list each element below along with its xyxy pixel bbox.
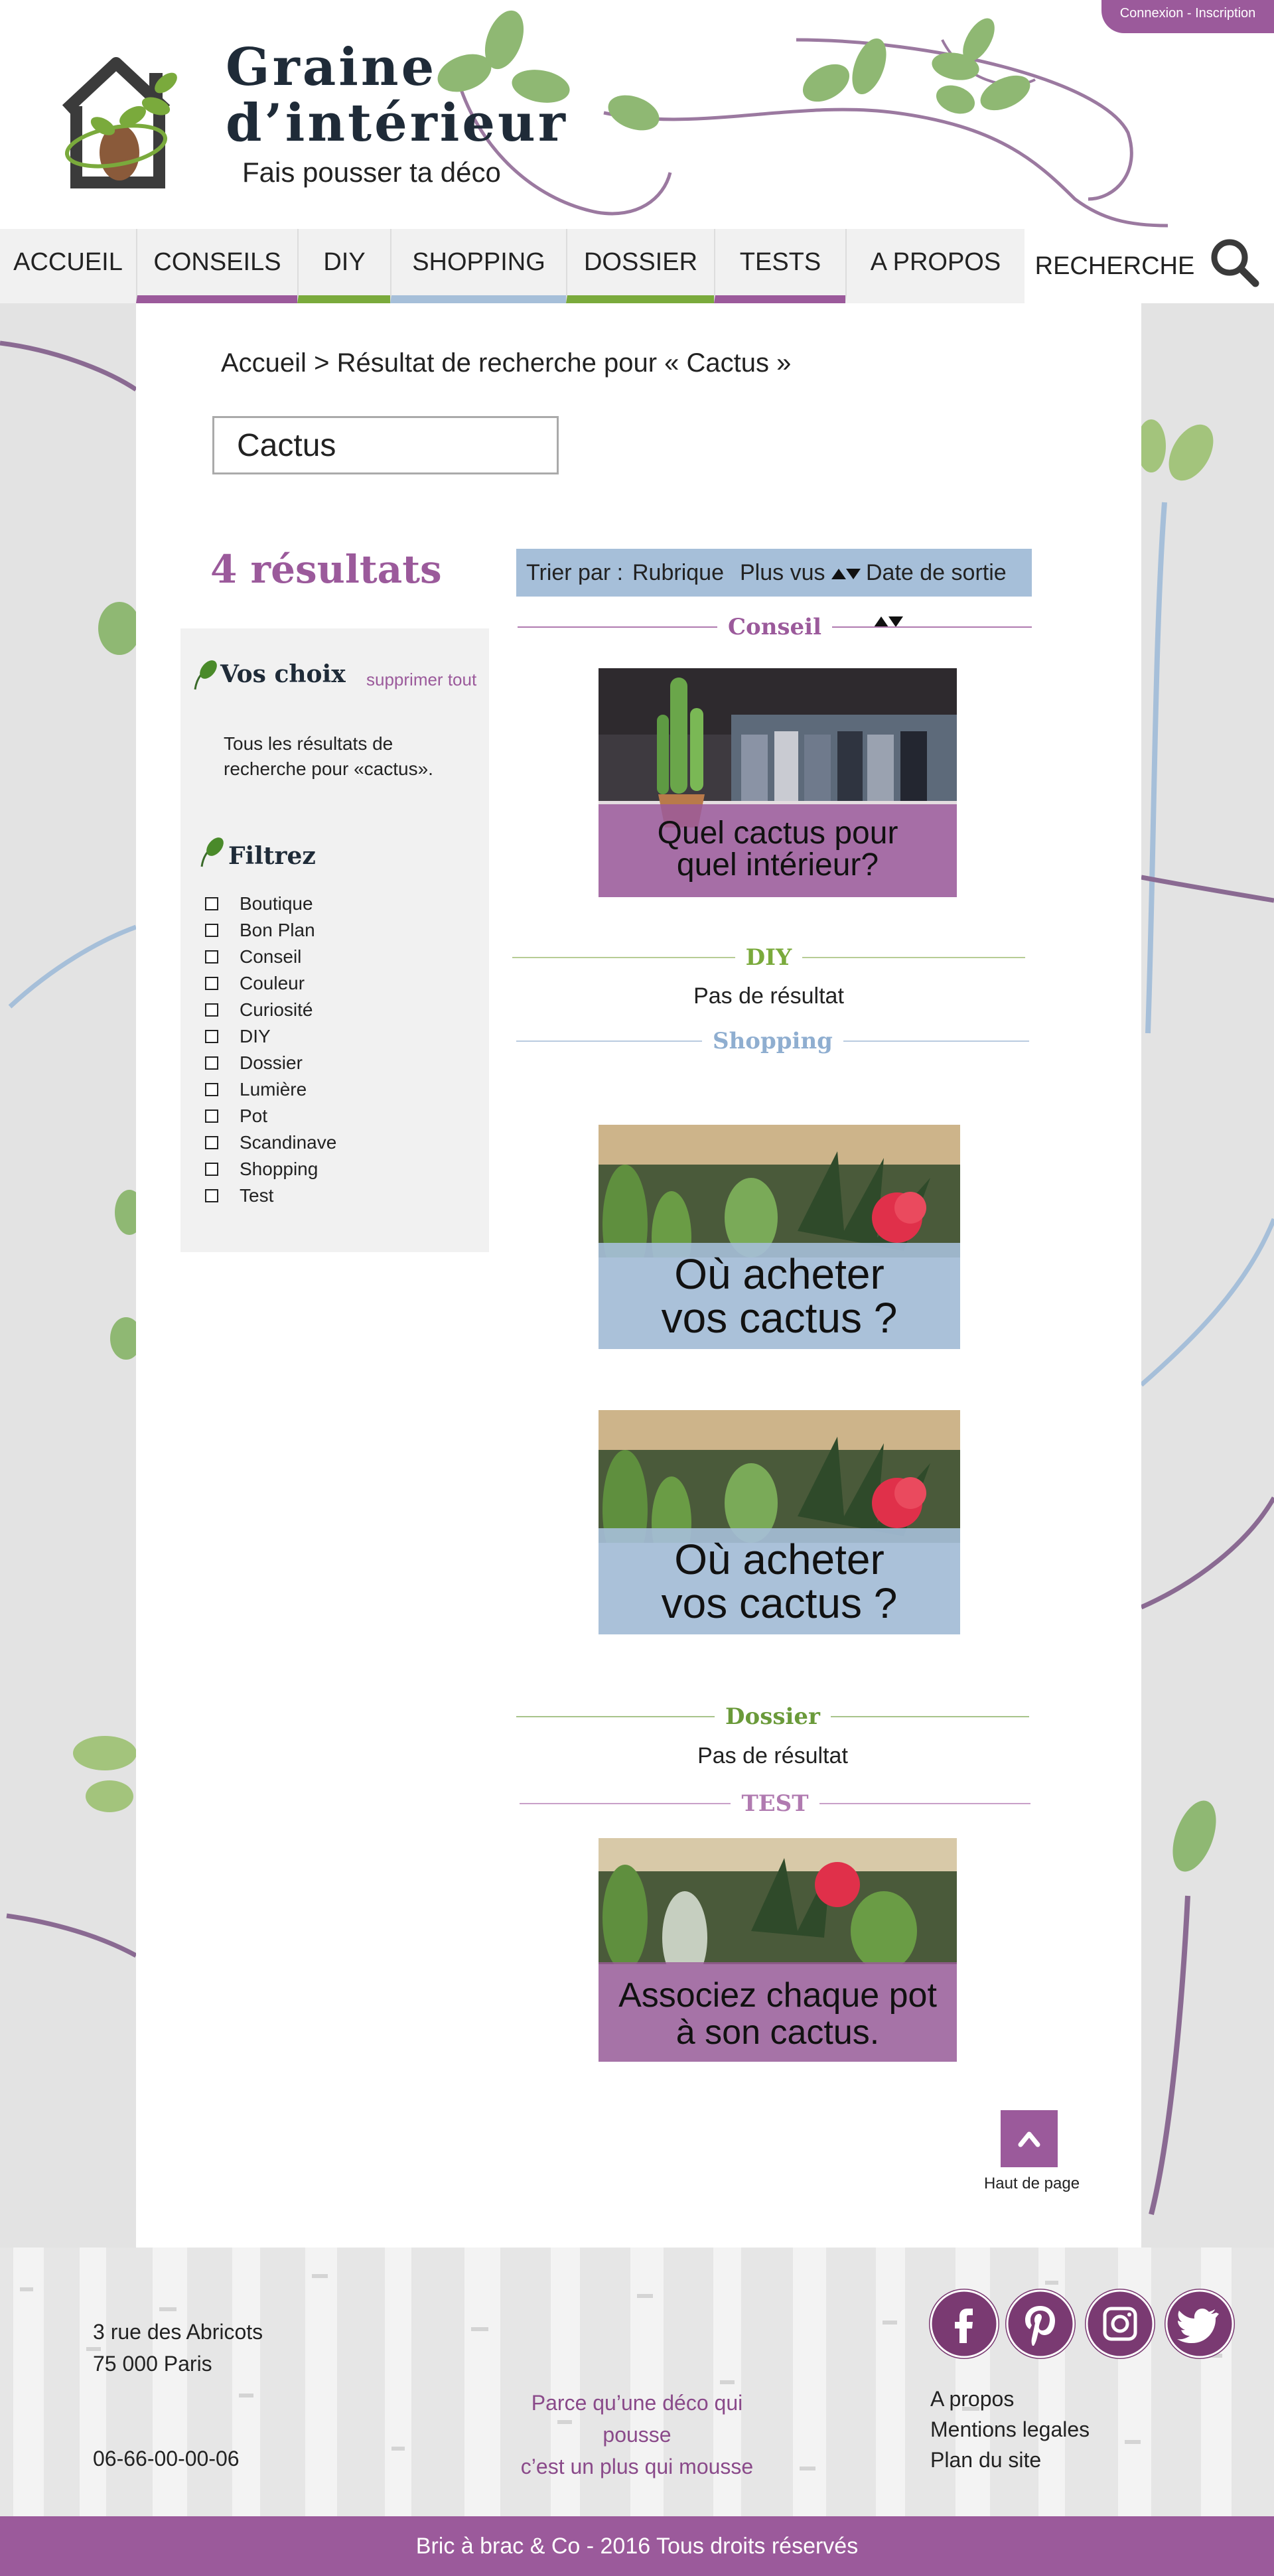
brand-name[interactable]: Graine d’intérieur <box>226 40 568 151</box>
site-header: Connexion - Inscription Graine d’intérie… <box>0 0 1274 229</box>
filter-option-bon-plan[interactable]: Bon Plan <box>205 917 336 944</box>
checkbox[interactable] <box>205 977 218 990</box>
footer-link-a-propos[interactable]: A propos <box>930 2384 1090 2414</box>
sort-label: Trier par : <box>526 560 624 585</box>
checkbox[interactable] <box>205 1030 218 1043</box>
nav-item-conseils[interactable]: CONSEILS <box>136 229 297 303</box>
search-icon[interactable] <box>1208 236 1261 289</box>
sort-down-icon <box>845 569 861 580</box>
leaf-icon <box>200 837 224 867</box>
nav-item-shopping[interactable]: SHOPPING <box>390 229 566 303</box>
section-divider-conseil: Conseil <box>518 610 1032 644</box>
back-to-top-button[interactable] <box>1001 2110 1058 2167</box>
article-card-shopping-2[interactable]: Où acheter vos cactus ? <box>599 1410 960 1634</box>
nav-item-diy[interactable]: DIY <box>297 229 390 303</box>
filter-option-conseil[interactable]: Conseil <box>205 944 336 970</box>
checkbox[interactable] <box>205 897 218 910</box>
article-card-test[interactable]: Associez chaque pot à son cactus. <box>599 1838 957 2062</box>
filter-list: Boutique Bon Plan Conseil Couleur Curios… <box>205 891 336 1209</box>
filter-option-shopping[interactable]: Shopping <box>205 1156 336 1182</box>
brand-name-line2: d’intérieur <box>226 93 568 153</box>
filter-option-diy[interactable]: DIY <box>205 1023 336 1050</box>
filter-option-pot[interactable]: Pot <box>205 1103 336 1129</box>
nav-item-a-propos[interactable]: A PROPOS <box>845 229 1025 303</box>
footer-address: 3 rue des Abricots 75 000 Paris <box>93 2320 263 2376</box>
article-card-conseil[interactable]: Quel cactus pour quel intérieur? <box>599 668 957 897</box>
nav-item-dossier[interactable]: DOSSIER <box>566 229 714 303</box>
section-divider-test: TEST <box>520 1787 1030 1820</box>
card-caption: Quel cactus pour quel intérieur? <box>599 804 957 897</box>
section-title-diy: DIY <box>735 944 803 971</box>
section-divider-dossier: Dossier <box>516 1700 1029 1733</box>
footer-links: A propos Mentions legales Plan du site <box>930 2384 1090 2475</box>
sort-up-icon <box>831 569 846 580</box>
brand-tagline: Fais pousser ta déco <box>242 157 501 188</box>
sort-option-rubrique[interactable]: Rubrique <box>632 549 724 597</box>
checkbox[interactable] <box>205 1136 218 1149</box>
footer-tagline: Parce qu’une déco qui pousse c’est un pl… <box>520 2391 754 2478</box>
section-title-conseil: Conseil <box>717 614 833 640</box>
breadcrumb-home-link[interactable]: Accueil <box>221 348 307 378</box>
checkbox[interactable] <box>205 1003 218 1017</box>
filter-option-boutique[interactable]: Boutique <box>205 891 336 917</box>
twitter-icon[interactable] <box>1165 2289 1235 2359</box>
nav-item-accueil[interactable]: ACCUEIL <box>0 229 136 303</box>
footer-phone: 06-66-00-00-06 <box>93 2447 240 2470</box>
dossier-no-result: Pas de résultat <box>697 1743 848 1768</box>
sort-option-plus-vus[interactable]: Plus vus <box>740 549 861 597</box>
filter-option-test[interactable]: Test <box>205 1182 336 1209</box>
filter-option-scandinave[interactable]: Scandinave <box>205 1129 336 1156</box>
card-caption: Associez chaque pot à son cactus. <box>599 1962 957 2062</box>
footer-link-plan-du-site[interactable]: Plan du site <box>930 2445 1090 2475</box>
section-title-test: TEST <box>731 1790 819 1817</box>
choices-description: Tous les résultats de recherche pour «ca… <box>224 733 433 779</box>
checkbox[interactable] <box>205 1083 218 1096</box>
filter-option-lumiere[interactable]: Lumière <box>205 1076 336 1103</box>
site-footer: 3 rue des Abricots 75 000 Paris 06-66-00… <box>0 2248 1274 2516</box>
card-caption: Où acheter vos cactus ? <box>599 1528 960 1634</box>
clear-all-link[interactable]: supprimer tout <box>366 670 476 690</box>
checkbox[interactable] <box>205 1056 218 1070</box>
filter-option-curiosite[interactable]: Curiosité <box>205 997 336 1023</box>
logo-house-icon <box>62 57 177 188</box>
main-navigation: ACCUEIL CONSEILS DIY SHOPPING DOSSIER TE… <box>0 229 1274 303</box>
section-divider-diy: DIY <box>512 941 1025 974</box>
filter-option-dossier[interactable]: Dossier <box>205 1050 336 1076</box>
section-divider-shopping: Shopping <box>516 1025 1029 1058</box>
nav-item-tests[interactable]: TESTS <box>714 229 845 303</box>
login-signup-link[interactable]: Connexion - Inscription <box>1101 0 1274 33</box>
checkbox[interactable] <box>205 1189 218 1202</box>
breadcrumb: Accueil > Résultat de recherche pour « C… <box>221 348 791 378</box>
checkbox[interactable] <box>205 924 218 937</box>
brand-name-line1: Graine <box>226 37 437 98</box>
section-title-dossier: Dossier <box>715 1703 831 1730</box>
filter-heading: Filtrez <box>228 842 316 870</box>
copyright-bar: Bric à brac & Co - 2016 Tous droits rése… <box>0 2516 1274 2576</box>
breadcrumb-separator: > <box>314 348 330 378</box>
checkbox[interactable] <box>205 950 218 964</box>
diy-no-result: Pas de résultat <box>693 983 844 1009</box>
search-input[interactable] <box>212 416 559 474</box>
results-count: 4 résultats <box>210 547 442 592</box>
back-to-top-label[interactable]: Haut de page <box>969 2175 1095 2193</box>
footer-link-mentions-legales[interactable]: Mentions legales <box>930 2414 1090 2445</box>
facebook-icon[interactable] <box>929 2289 999 2359</box>
filter-sidebar: Vos choix supprimer tout Tous les résult… <box>180 628 489 1252</box>
sort-bar: Trier par : Rubrique Plus vus Date de so… <box>516 549 1032 628</box>
checkbox[interactable] <box>205 1109 218 1123</box>
section-title-shopping: Shopping <box>702 1028 843 1054</box>
leaf-icon <box>194 660 217 690</box>
card-caption: Où acheter vos cactus ? <box>599 1243 960 1349</box>
pinterest-icon[interactable] <box>1005 2289 1076 2359</box>
main-content: Accueil > Résultat de recherche pour « C… <box>136 303 1141 2248</box>
breadcrumb-current: Résultat de recherche pour « Cactus » <box>336 348 792 378</box>
instagram-icon[interactable] <box>1085 2289 1155 2359</box>
article-card-shopping-1[interactable]: Où acheter vos cactus ? <box>599 1125 960 1349</box>
chevron-up-icon <box>1018 2131 1040 2147</box>
checkbox[interactable] <box>205 1163 218 1176</box>
choices-heading: Vos choix <box>220 660 346 688</box>
filter-option-couleur[interactable]: Couleur <box>205 970 336 997</box>
sort-option-date-de-sortie[interactable]: Date de sortie <box>866 549 1032 628</box>
nav-search-label[interactable]: RECHERCHE <box>1025 229 1204 303</box>
